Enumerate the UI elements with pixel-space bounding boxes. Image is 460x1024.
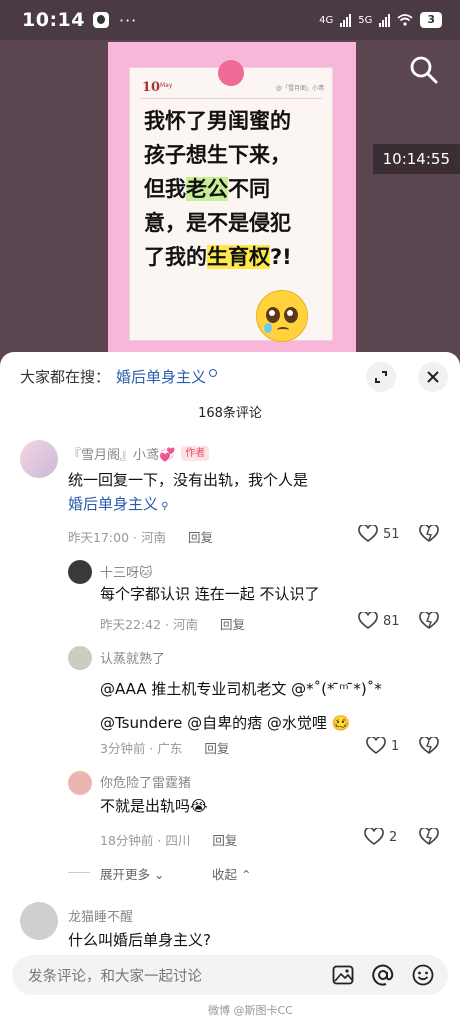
card-text-segment: 意，是不是侵犯	[144, 211, 291, 235]
signal-icon-2	[379, 13, 391, 27]
close-icon[interactable]	[418, 362, 448, 392]
comment-text: 不就是出轨吗😭	[100, 797, 208, 815]
status-time: 10:14	[22, 9, 85, 31]
comment-author[interactable]: 你危险了雷霆猪	[100, 772, 191, 791]
comment-text: @AAA 推土机专业司机老文 @*˚(* ̄ᵐ ̄*)˚* @Tsundere …	[100, 672, 382, 740]
like-button[interactable]: 1	[366, 737, 399, 755]
suggestion-search-icon	[209, 368, 218, 377]
reply-button[interactable]: 回复	[188, 530, 213, 545]
thread-divider	[68, 864, 90, 879]
card-text-segment: ?!	[270, 245, 292, 269]
collapse-replies-button[interactable]: 收起 ⌃	[212, 864, 251, 883]
comment-author[interactable]: 十三呀🐱	[100, 562, 153, 581]
card-headline: 我怀了男闺蜜的 孩子想生下来， 但我老公不同 意，是不是侵犯 了我的生育权?!	[144, 104, 324, 274]
wifi-icon	[397, 14, 413, 26]
like-count: 81	[383, 613, 400, 629]
mention-line-1[interactable]: @AAA 推土机专业司机老文 @*˚(* ̄ᵐ ̄*)˚*	[100, 672, 382, 706]
heart-icon	[358, 612, 378, 629]
comment-meta: 18分钟前 · 四川 回复	[100, 833, 238, 848]
more-notifications-icon: ···	[118, 10, 138, 30]
reply-button[interactable]: 回复	[212, 833, 237, 848]
comment-text: 每个字都认识 连在一起 不认识了	[100, 585, 320, 603]
chevron-down-icon: ⌄	[154, 867, 165, 882]
dislike-button[interactable]	[419, 828, 439, 846]
input-actions	[332, 964, 434, 986]
comment-meta: 昨天22:42 · 河南 回复	[100, 617, 245, 632]
heart-icon	[366, 737, 386, 754]
expand-icon[interactable]	[366, 362, 396, 392]
card-text-segment: 不同	[228, 177, 270, 201]
notification-app-icon	[92, 12, 109, 28]
reply-button[interactable]: 回复	[204, 741, 229, 756]
battery-indicator: 3	[420, 12, 442, 28]
card-text-segment: 孩子想生下来，	[144, 143, 291, 167]
card-highlight: 老公	[186, 177, 228, 201]
card-text-segment: 了我的	[144, 245, 207, 269]
video-player[interactable]: 10 May @「雪月阁」小鸢 我怀了男闺蜜的 孩子想生下来， 但我老公不同意，是不…	[0, 40, 460, 370]
image-icon[interactable]	[332, 965, 354, 985]
card-day: 10	[142, 80, 161, 95]
suggestion-keyword[interactable]: 婚后单身主义	[116, 366, 206, 387]
card-headline-line: 我怀了男闺蜜的	[144, 104, 324, 138]
dislike-button[interactable]	[419, 525, 439, 543]
comment-text: 统一回复一下，没有出轨，我个人是 婚后单身主义 ⚲	[68, 471, 309, 513]
heart-icon	[358, 525, 378, 542]
avatar[interactable]	[68, 560, 92, 584]
search-suggestion[interactable]: 大家都在搜： 婚后单身主义	[20, 366, 218, 387]
pin-icon	[218, 60, 244, 86]
comment-keyword-link[interactable]: 婚后单身主义	[68, 495, 158, 513]
comment-meta: 3分钟前 · 广东 回复	[100, 741, 230, 756]
note-card: 10 May @「雪月阁」小鸢 我怀了男闺蜜的 孩子想生下来， 但我老公不同意，是不…	[130, 68, 332, 342]
mention-line-2[interactable]: @Tsundere @自卑的痞 @水觉哩 🥴	[100, 706, 382, 740]
comment-input[interactable]: 发条评论，和大家一起讨论	[12, 955, 448, 995]
card-month: May	[160, 82, 173, 89]
video-poster: 10 May @「雪月阁」小鸢 我怀了男闺蜜的 孩子想生下来， 但我老公不同意，是不…	[108, 42, 356, 370]
avatar[interactable]	[20, 440, 58, 478]
like-count: 51	[383, 526, 400, 542]
pleading-face-emoji-icon	[256, 290, 308, 342]
card-highlight: 生育权	[207, 245, 270, 269]
comment-author[interactable]: 龙猫睡不醒	[68, 906, 133, 925]
avatar[interactable]	[20, 902, 58, 940]
like-count: 2	[389, 829, 398, 845]
author-badge: 作者	[181, 446, 210, 461]
search-icon[interactable]	[408, 54, 440, 86]
card-divider	[140, 98, 322, 99]
watermark: 微博 @斯图卡CC	[208, 1004, 293, 1017]
avatar[interactable]	[68, 646, 92, 670]
like-button[interactable]: 51	[358, 525, 400, 543]
chevron-up-icon: ⌃	[241, 867, 252, 882]
heart-icon	[364, 828, 384, 845]
status-bar: 10:14 ··· 4G 5G 3	[0, 0, 460, 40]
network-label-2: 5G	[358, 14, 373, 26]
reply-button[interactable]: 回复	[220, 617, 245, 632]
card-headline-line: 意，是不是侵犯	[144, 206, 324, 240]
like-button[interactable]: 2	[364, 828, 397, 846]
expand-replies-button[interactable]: 展开更多 ⌄	[100, 864, 164, 883]
comment-author[interactable]: 『雪月阁』小鸢💞 作者	[68, 444, 210, 463]
card-text-segment: 但我	[144, 177, 186, 201]
card-text-segment: 我怀了男闺蜜的	[144, 109, 291, 133]
card-tag: @「雪月阁」小鸢	[275, 85, 324, 92]
signal-icon-1	[340, 13, 352, 27]
card-headline-line: 了我的生育权?!	[144, 240, 324, 274]
network-label-1: 4G	[319, 14, 334, 26]
card-headline-line: 但我老公不同	[144, 172, 324, 206]
like-count: 1	[391, 738, 400, 754]
comment-input-placeholder: 发条评论，和大家一起讨论	[28, 968, 202, 985]
suggestion-label: 大家都在搜：	[20, 368, 111, 386]
video-timestamp: 10:14:55	[372, 144, 460, 174]
card-headline-line: 孩子想生下来，	[144, 138, 324, 172]
like-button[interactable]: 81	[358, 612, 400, 630]
dislike-button[interactable]	[419, 737, 439, 755]
comment-author[interactable]: 认蒸就熟了	[100, 648, 165, 667]
emoji-icon[interactable]	[412, 964, 434, 986]
dislike-button[interactable]	[419, 612, 439, 630]
comment-meta: 昨天17:00 · 河南 回复	[68, 530, 213, 545]
status-right: 4G 5G 3	[319, 12, 442, 28]
comment-text: 什么叫婚后单身主义?	[68, 931, 211, 949]
mention-icon[interactable]	[372, 964, 394, 986]
comment-count: 168条评论	[198, 406, 262, 421]
avatar[interactable]	[68, 771, 92, 795]
